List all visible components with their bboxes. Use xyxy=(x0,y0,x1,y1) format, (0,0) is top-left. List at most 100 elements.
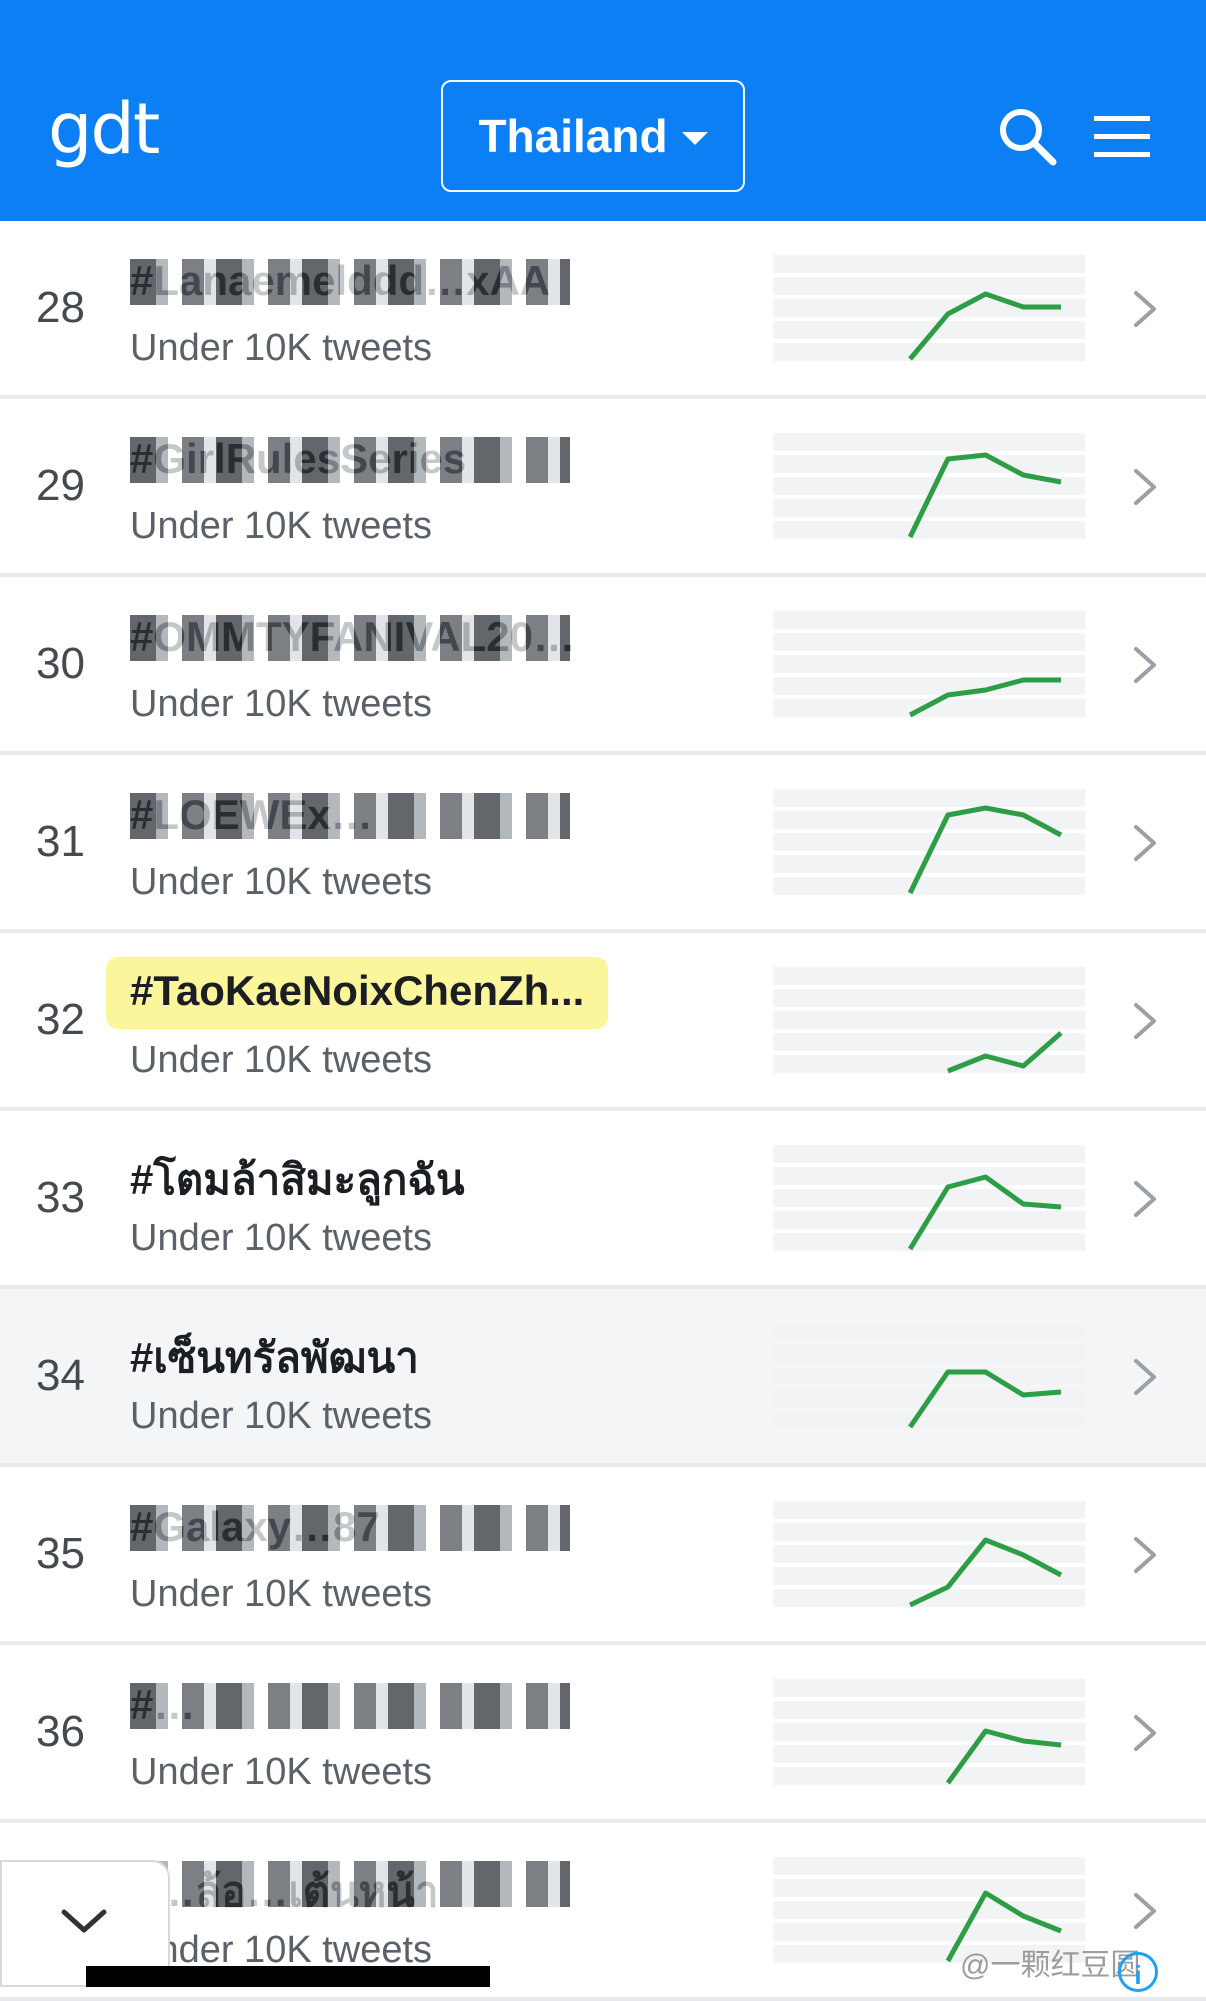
sparkline-band xyxy=(773,1233,1085,1251)
pixelated-redaction xyxy=(130,259,570,305)
sparkline-band xyxy=(773,1923,1085,1941)
trend-sparkline xyxy=(773,433,1085,539)
sparkline-band xyxy=(773,611,1085,629)
trend-sparkline xyxy=(773,255,1085,361)
chevron-right-icon[interactable] xyxy=(1130,999,1160,1043)
tweet-count: Under 10K tweets xyxy=(130,505,433,547)
sparkline-band xyxy=(773,1055,1085,1073)
country-selector[interactable]: Thailand xyxy=(441,80,745,192)
trend-row[interactable]: 31#LOEWEx…Under 10K tweets xyxy=(0,755,1206,933)
sparkline-band xyxy=(773,1767,1085,1785)
sparkline-band xyxy=(773,1523,1085,1541)
trend-rank: 31 xyxy=(36,817,85,866)
chevron-right-icon[interactable] xyxy=(1130,1355,1160,1399)
pixelated-redaction xyxy=(130,793,570,839)
trend-row[interactable]: 34 #เซ็นทรัลพัฒนา Under 10K tweets xyxy=(0,1289,1206,1467)
trend-sparkline xyxy=(773,1145,1085,1251)
home-indicator xyxy=(86,1966,490,1987)
trend-rank: 35 xyxy=(36,1529,85,1578)
search-icon[interactable] xyxy=(996,105,1058,167)
sparkline-band xyxy=(773,1011,1085,1029)
trend-row[interactable]: 36#…Under 10K tweets xyxy=(0,1645,1206,1823)
sparkline-band xyxy=(773,699,1085,717)
trend-sparkline xyxy=(773,967,1085,1074)
trend-sparkline xyxy=(773,1679,1085,1785)
pixelated-redaction xyxy=(130,615,570,661)
caret-down-icon xyxy=(681,131,708,145)
tweet-count: Under 10K tweets xyxy=(130,327,433,369)
sparkline-band xyxy=(773,255,1085,273)
chevron-right-icon[interactable] xyxy=(1130,821,1160,865)
trend-rank: 33 xyxy=(36,1173,85,1222)
sparkline-band xyxy=(773,877,1085,895)
sparkline-band xyxy=(773,967,1085,985)
chevron-down-icon xyxy=(61,1909,107,1933)
sparkline-band xyxy=(773,343,1085,361)
trend-sparkline xyxy=(773,611,1085,718)
country-label: Thailand xyxy=(478,110,668,162)
trend-row[interactable]: 33 #โตมล้าสิมะลูกฉัน Under 10K tweets xyxy=(0,1111,1206,1289)
sparkline-band xyxy=(773,1901,1085,1919)
trend-row[interactable]: 29#GirlRulesSeriesUnder 10K tweets xyxy=(0,399,1206,577)
sparkline-band xyxy=(773,1367,1085,1385)
tweet-count: Under 10K tweets xyxy=(130,683,433,725)
sparkline-band xyxy=(773,1745,1085,1763)
chevron-right-icon[interactable] xyxy=(1130,1889,1160,1933)
tweet-count: Under 10K tweets xyxy=(130,861,433,903)
sparkline-band xyxy=(773,1723,1085,1741)
trend-row[interactable]: 28#Lanaemelddd…xAAUnder 10K tweets xyxy=(0,221,1206,399)
sparkline-band xyxy=(773,433,1085,451)
sparkline-band xyxy=(773,1679,1085,1697)
trend-rank: 29 xyxy=(36,461,85,510)
sparkline-band xyxy=(773,1501,1085,1519)
trend-rank: 32 xyxy=(36,995,85,1044)
sparkline-band xyxy=(773,811,1085,829)
sparkline-band xyxy=(773,277,1085,295)
sparkline-band xyxy=(773,1567,1085,1585)
trend-name[interactable]: #โตมล้าสิมะลูกฉัน xyxy=(130,1147,465,1213)
sparkline-band xyxy=(773,1701,1085,1719)
sparkline-band xyxy=(773,1145,1085,1163)
sparkline-band xyxy=(773,521,1085,539)
pixelated-redaction xyxy=(130,1505,570,1551)
trend-rank: 28 xyxy=(36,283,85,332)
trend-rank: 36 xyxy=(36,1707,85,1756)
watermark: @一颗红豆圆 xyxy=(960,1949,1141,1982)
sparkline-band xyxy=(773,789,1085,807)
tweet-count: Under 10K tweets xyxy=(130,1217,433,1259)
tweet-count: Under 10K tweets xyxy=(130,1751,433,1793)
trend-rank: 34 xyxy=(36,1351,85,1400)
sparkline-band xyxy=(773,1167,1085,1185)
app-logo[interactable]: gdt xyxy=(48,94,160,164)
trend-name[interactable]: #TaoKaeNoixChenZh... xyxy=(106,957,609,1029)
sparkline-band xyxy=(773,455,1085,473)
sparkline-band xyxy=(773,1411,1085,1429)
sparkline-band xyxy=(773,1857,1085,1875)
trend-row[interactable]: 32 #TaoKaeNoixChenZh... Under 10K tweets xyxy=(0,933,1206,1111)
chevron-right-icon[interactable] xyxy=(1130,1533,1160,1577)
sparkline-band xyxy=(773,633,1085,651)
sparkline-band xyxy=(773,989,1085,1007)
trend-rank: 30 xyxy=(36,639,85,688)
menu-icon[interactable] xyxy=(1094,114,1150,160)
chevron-right-icon[interactable] xyxy=(1130,1711,1160,1755)
trend-row[interactable]: 35#Galaxy…87Under 10K tweets xyxy=(0,1467,1206,1645)
chevron-right-icon[interactable] xyxy=(1130,643,1160,687)
app-header: gdt Thailand xyxy=(0,0,1206,221)
trend-sparkline xyxy=(773,1501,1085,1608)
trend-list: 28#Lanaemelddd…xAAUnder 10K tweets29#Gir… xyxy=(0,221,1206,2001)
chevron-right-icon[interactable] xyxy=(1130,287,1160,331)
chevron-right-icon[interactable] xyxy=(1130,465,1160,509)
pixelated-redaction xyxy=(130,437,570,483)
sparkline-band xyxy=(773,1879,1085,1897)
sparkline-band xyxy=(773,1033,1085,1051)
trend-name[interactable]: #เซ็นทรัลพัฒนา xyxy=(130,1325,419,1391)
info-icon[interactable]: i xyxy=(1118,1952,1158,1992)
tweet-count: Under 10K tweets xyxy=(130,1395,433,1437)
trend-row[interactable]: 30#OMMTYFANIVAL20…Under 10K tweets xyxy=(0,577,1206,755)
tweet-count: Under 10K tweets xyxy=(130,1573,433,1615)
chevron-right-icon[interactable] xyxy=(1130,1177,1160,1221)
pixelated-redaction xyxy=(130,1861,570,1907)
trend-sparkline xyxy=(773,1323,1085,1429)
tweet-count: Under 10K tweets xyxy=(130,1039,433,1081)
